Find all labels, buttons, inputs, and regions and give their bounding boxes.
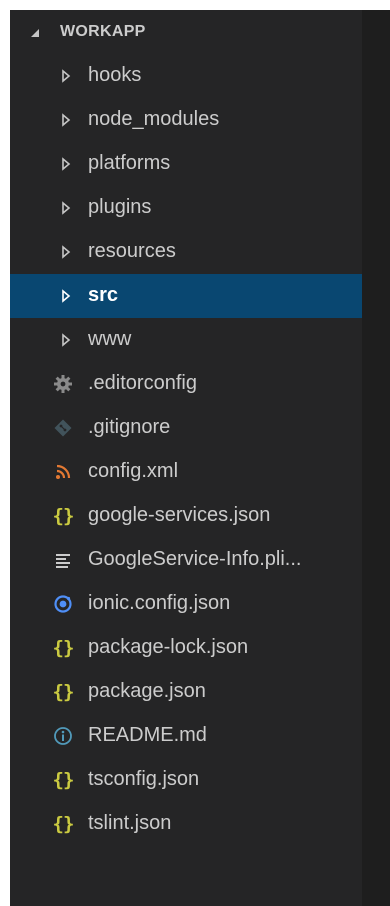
json-braces-icon: {} xyxy=(52,769,75,791)
file-config-xml[interactable]: config.xml xyxy=(10,450,362,494)
chevron-right-icon xyxy=(60,113,72,127)
file-label: .editorconfig xyxy=(88,372,197,394)
file-tsconfig-json[interactable]: {} tsconfig.json xyxy=(10,758,362,802)
file-label: README.md xyxy=(88,724,207,746)
folder-plugins[interactable]: plugins xyxy=(10,186,362,230)
explorer-root-header[interactable]: WORKAPP xyxy=(10,10,362,54)
folder-label: www xyxy=(88,328,132,350)
gear-icon xyxy=(52,373,74,395)
json-braces-icon: {} xyxy=(52,637,75,659)
git-icon xyxy=(52,417,74,439)
file-label: tsconfig.json xyxy=(88,768,200,790)
file-google-services-json[interactable]: {} google-services.json xyxy=(10,494,362,538)
rss-icon xyxy=(52,461,74,483)
file-explorer: WORKAPP hooks node_modules platforms plu… xyxy=(10,10,362,906)
chevron-right-icon xyxy=(60,245,72,259)
editor-area[interactable] xyxy=(362,10,390,906)
file-label: package-lock.json xyxy=(88,636,249,658)
file-label: tslint.json xyxy=(88,812,172,834)
ionic-icon xyxy=(52,593,74,615)
file-label: config.xml xyxy=(88,460,179,482)
file-package-lock-json[interactable]: {} package-lock.json xyxy=(10,626,362,670)
json-braces-icon: {} xyxy=(52,505,75,527)
folder-resources[interactable]: resources xyxy=(10,230,362,274)
folder-src[interactable]: src xyxy=(10,274,362,318)
file-label: package.json xyxy=(88,680,206,702)
file-label: google-services.json xyxy=(88,504,271,526)
json-braces-icon: {} xyxy=(52,681,75,703)
file-gitignore[interactable]: .gitignore xyxy=(10,406,362,450)
file-package-json[interactable]: {} package.json xyxy=(10,670,362,714)
file-label: ionic.config.json xyxy=(88,592,231,614)
file-ionic-config-json[interactable]: ionic.config.json xyxy=(10,582,362,626)
folder-www[interactable]: www xyxy=(10,318,362,362)
json-braces-icon: {} xyxy=(52,813,75,835)
folder-label: src xyxy=(88,284,119,306)
chevron-right-icon xyxy=(60,333,72,347)
chevron-right-icon xyxy=(60,157,72,171)
file-tslint-json[interactable]: {} tslint.json xyxy=(10,802,362,846)
lines-icon xyxy=(52,549,74,571)
file-editorconfig[interactable]: .editorconfig xyxy=(10,362,362,406)
folder-node-modules[interactable]: node_modules xyxy=(10,98,362,142)
folder-hooks[interactable]: hooks xyxy=(10,54,362,98)
explorer-root-label: WORKAPP xyxy=(60,23,146,40)
screenshot-frame: WORKAPP hooks node_modules platforms plu… xyxy=(0,0,390,906)
folder-label: platforms xyxy=(88,152,171,174)
folder-platforms[interactable]: platforms xyxy=(10,142,362,186)
chevron-down-icon[interactable] xyxy=(28,26,42,40)
folder-label: resources xyxy=(88,240,176,262)
folder-label: plugins xyxy=(88,196,152,218)
file-readme-md[interactable]: README.md xyxy=(10,714,362,758)
folder-label: node_modules xyxy=(88,108,220,130)
folder-label: hooks xyxy=(88,64,142,86)
file-googleservice-info-plist[interactable]: GoogleService-Info.pli... xyxy=(10,538,362,582)
chevron-right-icon xyxy=(60,69,72,83)
chevron-right-icon xyxy=(60,201,72,215)
info-icon xyxy=(52,725,74,747)
file-label: GoogleService-Info.pli... xyxy=(88,548,302,570)
file-label: .gitignore xyxy=(88,416,171,438)
chevron-right-icon xyxy=(60,289,72,303)
